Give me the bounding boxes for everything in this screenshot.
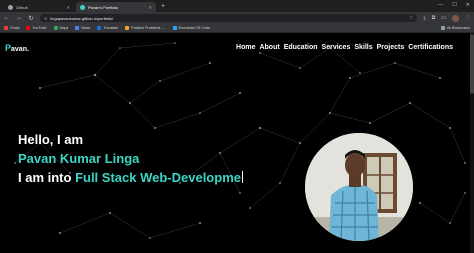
typing-cursor bbox=[241, 171, 244, 183]
bookmark-gmail[interactable]: Gmail bbox=[4, 26, 19, 30]
hero-role-line: I am into Full Stack Web-Developme bbox=[18, 168, 244, 187]
extensions-icon[interactable]: ⧉ bbox=[432, 15, 436, 21]
bookmarks-bar: Gmail YouTube Maps News Translate Practi… bbox=[0, 24, 474, 33]
bookmark-vscode[interactable]: Download VS Code bbox=[172, 26, 210, 30]
bookmark-label: News bbox=[81, 26, 91, 30]
portfolio-page: Pavan. Home About Education Services Ski… bbox=[0, 33, 474, 253]
translate-icon bbox=[97, 26, 102, 30]
nav-education[interactable]: Education bbox=[284, 44, 318, 51]
hero-role-prefix: I am into bbox=[18, 170, 76, 185]
tab-portfolio[interactable]: Pavan's Portfolio ✕ bbox=[76, 2, 156, 12]
bookmark-label: Maps bbox=[59, 26, 69, 30]
menu-icon[interactable]: ⋮ bbox=[465, 15, 470, 21]
bookmark-star-icon[interactable]: ☆ bbox=[409, 15, 413, 21]
hero-typed-role: Full Stack Web-Developme bbox=[75, 170, 241, 185]
nav-home[interactable]: Home bbox=[236, 44, 255, 51]
nav-certifications[interactable]: Certifications bbox=[408, 44, 453, 51]
profile-photo bbox=[305, 133, 413, 241]
news-icon bbox=[75, 26, 80, 30]
portfolio-favicon-icon bbox=[80, 4, 85, 10]
nav-services[interactable]: Services bbox=[322, 44, 351, 51]
maximize-button[interactable]: ☐ bbox=[452, 2, 456, 8]
bookmark-label: Practice Problems -... bbox=[131, 26, 166, 30]
scrollbar-thumb[interactable] bbox=[470, 34, 474, 94]
gmail-icon bbox=[4, 26, 8, 30]
bookmark-label: YouTube bbox=[32, 26, 47, 30]
bookmark-practice-problems[interactable]: Practice Problems -... bbox=[125, 26, 166, 30]
folder-icon bbox=[441, 26, 446, 30]
nav-projects[interactable]: Projects bbox=[377, 44, 405, 51]
site-nav: Home About Education Services Skills Pro… bbox=[236, 44, 453, 51]
all-bookmarks[interactable]: All Bookmarks bbox=[441, 26, 470, 30]
practice-icon bbox=[125, 26, 130, 30]
site-logo[interactable]: Pavan. bbox=[5, 43, 29, 53]
address-bar: ← → ↻ ⊙ lingapavankumar.github.io/portfo… bbox=[0, 12, 474, 24]
hero-name: Pavan Kumar Linga bbox=[18, 151, 140, 166]
site-info-icon[interactable]: ⊙ bbox=[44, 16, 47, 21]
download-icon[interactable]: ⤓ bbox=[423, 15, 425, 21]
bookmark-youtube[interactable]: YouTube bbox=[26, 26, 47, 30]
maps-icon bbox=[53, 26, 58, 30]
profile-avatar[interactable] bbox=[452, 14, 459, 22]
url-text: lingapavankumar.github.io/portfolio/ bbox=[50, 15, 114, 21]
bookmark-label: All Bookmarks bbox=[447, 26, 470, 30]
back-icon[interactable]: ← bbox=[4, 15, 10, 21]
reload-icon[interactable]: ↻ bbox=[28, 15, 34, 22]
window-controls: — ☐ ✕ bbox=[438, 2, 470, 8]
new-tab-button[interactable]: + bbox=[161, 2, 165, 12]
bookmark-news[interactable]: News bbox=[75, 26, 90, 30]
bookmark-label: Translate bbox=[103, 26, 119, 30]
bookmark-translate[interactable]: Translate bbox=[97, 26, 118, 30]
youtube-icon bbox=[26, 26, 31, 30]
tab-title: Pavan's Portfolio bbox=[88, 4, 118, 10]
sidebar-icon[interactable]: ▭ bbox=[441, 15, 446, 21]
forward-icon[interactable]: → bbox=[16, 15, 22, 21]
close-window-button[interactable]: ✕ bbox=[466, 2, 470, 8]
vscode-icon bbox=[172, 26, 177, 30]
nav-skills[interactable]: Skills bbox=[354, 44, 372, 51]
bookmark-maps[interactable]: Maps bbox=[53, 26, 69, 30]
tab-github[interactable]: Github ✕ bbox=[4, 2, 74, 12]
bookmark-label: Gmail bbox=[10, 26, 20, 30]
hero-greeting: Hello, I am bbox=[18, 132, 84, 147]
tab-bar: Github ✕ Pavan's Portfolio ✕ + — ☐ ✕ bbox=[0, 0, 474, 12]
bookmark-label: Download VS Code bbox=[178, 26, 210, 30]
logo-text: avan. bbox=[11, 46, 29, 53]
nav-about[interactable]: About bbox=[259, 44, 279, 51]
url-input[interactable]: ⊙ lingapavankumar.github.io/portfolio/ ☆ bbox=[40, 14, 418, 22]
profile-photo-image bbox=[305, 133, 413, 241]
close-icon[interactable]: ✕ bbox=[67, 5, 70, 10]
minimize-button[interactable]: — bbox=[438, 2, 443, 8]
tab-title: Github bbox=[16, 4, 28, 10]
close-icon[interactable]: ✕ bbox=[149, 5, 152, 10]
hero-section: Hello, I am Pavan Kumar Linga I am into … bbox=[18, 130, 244, 187]
github-icon bbox=[8, 4, 13, 10]
